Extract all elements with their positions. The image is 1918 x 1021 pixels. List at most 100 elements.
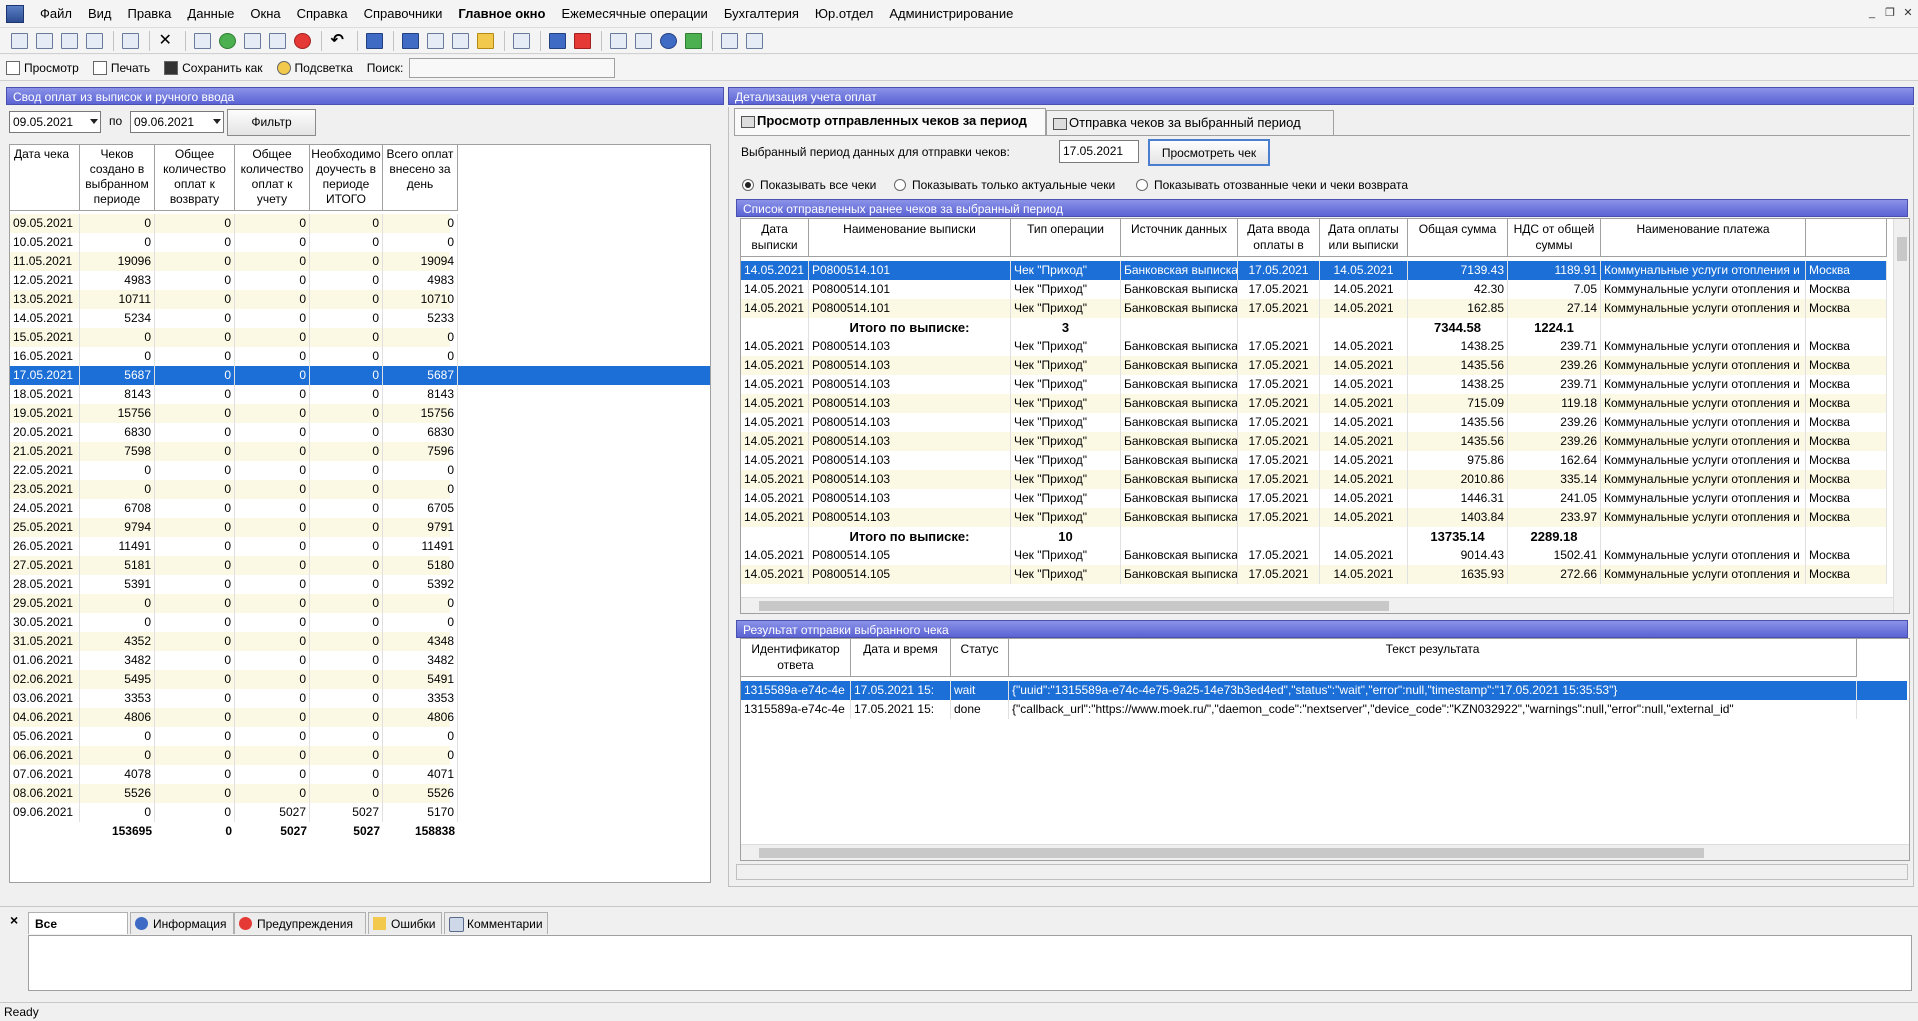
column-header[interactable]: Наименование выписки [809, 219, 1011, 257]
export-icon[interactable] [607, 31, 629, 51]
tab-information[interactable]: Информация [130, 912, 234, 934]
print-preview-icon[interactable] [718, 31, 740, 51]
table-row[interactable]: 14.05.2021 P0800514.103 Чек "Приход" Банков… [741, 394, 1887, 413]
payments-summary-grid[interactable]: Дата чека Чеков создано в выбранном перио… [9, 144, 711, 883]
table-row[interactable]: 27.05.2021 5181 0 0 0 5180 [10, 556, 458, 575]
table-row[interactable]: 26.05.2021 11491 0 0 0 11491 [10, 537, 458, 556]
table-row[interactable]: 28.05.2021 5391 0 0 0 5392 [10, 575, 458, 594]
column-header[interactable]: Тип операции [1011, 219, 1121, 257]
tab-errors[interactable]: Ошибки [368, 912, 442, 934]
document-icon[interactable] [119, 31, 141, 51]
tab-comments[interactable]: Комментарии [444, 912, 548, 934]
menu-item[interactable]: Ежемесячные операции [553, 0, 715, 28]
table-row[interactable]: 13.05.2021 10711 0 0 0 10710 [10, 290, 458, 309]
menu-item[interactable]: Вид [80, 0, 120, 28]
table-row[interactable]: Итого по выписке: 10 13735.14 2289.18 [741, 527, 1887, 546]
tile-vertical-icon[interactable] [33, 31, 55, 51]
date-to-combo[interactable]: 09.06.2021 [130, 111, 224, 133]
radio-revoked-checks[interactable]: Показывать отозванные чеки и чеки возвра… [1136, 178, 1408, 192]
tab-all-messages[interactable]: Все сообщения [28, 912, 128, 953]
save-as-button[interactable]: Сохранить как [164, 60, 263, 75]
table-row[interactable]: 14.05.2021 P0800514.103 Чек "Приход" Банков… [741, 356, 1887, 375]
result-row[interactable]: 1315589a-e74c-4e 17.05.2021 15: done {"call… [741, 700, 1907, 719]
cut-icon[interactable] [424, 31, 446, 51]
add-icon[interactable] [216, 31, 238, 51]
paste-icon[interactable] [474, 31, 496, 51]
table-row[interactable]: 09.05.2021 0 0 0 0 0 [10, 214, 458, 233]
table-row[interactable]: 17.05.2021 5687 0 0 0 5687 [10, 366, 710, 385]
print-icon[interactable] [743, 31, 765, 51]
table-row[interactable]: 09.06.2021 0 0 5027 5027 5170 [10, 803, 458, 822]
column-header[interactable]: Общая сумма [1408, 219, 1508, 257]
help-icon[interactable] [657, 31, 679, 51]
table-row[interactable]: 14.05.2021 P0800514.105 Чек "Приход" Банков… [741, 565, 1887, 584]
date-from-combo[interactable]: 09.05.2021 [9, 111, 101, 133]
table-row[interactable]: 15.05.2021 0 0 0 0 0 [10, 328, 458, 347]
menu-item[interactable]: Администрирование [881, 0, 1021, 28]
table-row[interactable]: 14.05.2021 P0800514.103 Чек "Приход" Банков… [741, 508, 1887, 527]
minimize-icon[interactable]: _ [1864, 5, 1880, 21]
report-icon[interactable] [632, 31, 654, 51]
copy-record-icon[interactable] [241, 31, 263, 51]
table-row[interactable]: 31.05.2021 4352 0 0 0 4348 [10, 632, 458, 651]
window-icon[interactable] [83, 31, 105, 51]
menu-item[interactable]: Правка [120, 0, 180, 28]
table-row[interactable]: 10.05.2021 0 0 0 0 0 [10, 233, 458, 252]
table-row[interactable]: 01.06.2021 3482 0 0 0 3482 [10, 651, 458, 670]
vertical-scrollbar[interactable] [1893, 219, 1909, 613]
period-input[interactable]: 17.05.2021 [1059, 140, 1139, 163]
save-icon[interactable] [399, 31, 421, 51]
menu-item[interactable]: Справка [289, 0, 356, 28]
excel-icon[interactable] [682, 31, 704, 51]
table-row[interactable]: 14.05.2021 P0800514.103 Чек "Приход" Банков… [741, 489, 1887, 508]
delete-icon[interactable]: ✕ [155, 31, 177, 51]
tab-sent-checks[interactable]: Просмотр отправленных чеков за период [734, 108, 1046, 136]
table-row[interactable]: 16.05.2021 0 0 0 0 0 [10, 347, 458, 366]
radio-all-checks[interactable]: Показывать все чеки [742, 178, 876, 192]
sent-checks-grid[interactable]: Дата выписки Наименование выписки Тип опер… [740, 218, 1910, 614]
table-row[interactable]: 30.05.2021 0 0 0 0 0 [10, 613, 458, 632]
table-row[interactable]: 08.06.2021 5526 0 0 0 5526 [10, 784, 458, 803]
table-row[interactable]: 14.05.2021 P0800514.103 Чек "Приход" Банков… [741, 432, 1887, 451]
cascade-icon[interactable] [8, 31, 30, 51]
column-header[interactable]: Необходимо доучесть в периоде ИТОГО [310, 145, 383, 211]
table-row[interactable]: 14.05.2021 P0800514.103 Чек "Приход" Банков… [741, 451, 1887, 470]
table-row[interactable]: 07.06.2021 4078 0 0 0 4071 [10, 765, 458, 784]
cancel-icon[interactable] [291, 31, 313, 51]
column-header[interactable]: Дата чека [10, 145, 80, 211]
column-header[interactable]: Идентификатор ответа [741, 639, 851, 677]
table-row[interactable]: 12.05.2021 4983 0 0 0 4983 [10, 271, 458, 290]
menu-item[interactable]: Файл [32, 0, 80, 28]
table-row[interactable]: 14.05.2021 P0800514.103 Чек "Приход" Банков… [741, 470, 1887, 489]
binoculars-icon[interactable] [191, 31, 213, 51]
scroll-thumb[interactable] [1897, 237, 1907, 261]
table-row[interactable]: 19.05.2021 15756 0 0 0 15756 [10, 404, 458, 423]
restore-icon[interactable]: ❐ [1882, 5, 1898, 21]
search-input[interactable] [409, 57, 616, 78]
refresh-icon[interactable] [363, 31, 385, 51]
expand-icon[interactable] [546, 31, 568, 51]
close-window-icon[interactable]: ✕ [1900, 5, 1916, 21]
column-header[interactable]: Наименование платежа [1601, 219, 1806, 257]
chevron-down-icon[interactable] [213, 119, 221, 124]
table-row[interactable]: 14.05.2021 P0800514.103 Чек "Приход" Банков… [741, 337, 1887, 356]
radio-actual-checks[interactable]: Показывать только актуальные чеки [894, 178, 1115, 192]
table-row[interactable]: 24.05.2021 6708 0 0 0 6705 [10, 499, 458, 518]
table-row[interactable]: 04.06.2021 4806 0 0 0 4806 [10, 708, 458, 727]
table-row[interactable]: 06.06.2021 0 0 0 0 0 [10, 746, 458, 765]
menu-item[interactable]: Данные [179, 0, 242, 28]
table-row[interactable]: 02.06.2021 5495 0 0 0 5491 [10, 670, 458, 689]
calendar-icon[interactable] [571, 31, 593, 51]
menu-item[interactable]: Бухгалтерия [716, 0, 807, 28]
table-row[interactable]: 14.05.2021 P0800514.101 Чек "Приход" Банков… [741, 261, 1887, 280]
eraser-icon[interactable] [510, 31, 532, 51]
column-header[interactable]: Общее количество оплат к возврату [155, 145, 235, 211]
app-icon[interactable] [6, 4, 24, 23]
table-row[interactable]: 03.06.2021 3353 0 0 0 3353 [10, 689, 458, 708]
undo-icon[interactable]: ↶ [327, 31, 349, 51]
column-header[interactable]: Источник данных [1121, 219, 1238, 257]
menu-item[interactable]: Юр.отдел [807, 0, 881, 28]
copy-icon[interactable] [449, 31, 471, 51]
result-row[interactable]: 1315589a-e74c-4e 17.05.2021 15: wait {"uuid… [741, 681, 1907, 700]
table-row[interactable]: 14.05.2021 5234 0 0 0 5233 [10, 309, 458, 328]
